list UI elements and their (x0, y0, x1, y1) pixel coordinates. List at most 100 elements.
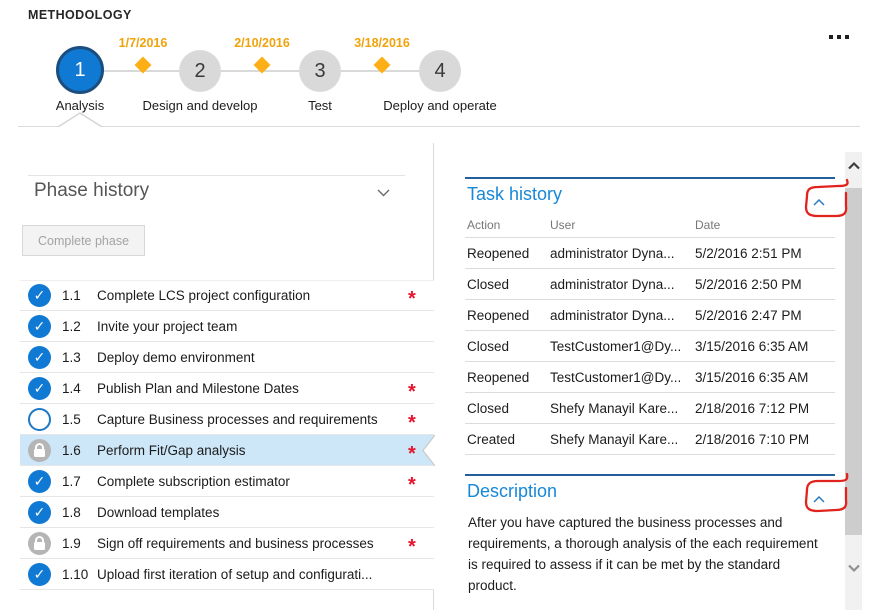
scroll-up-button[interactable] (845, 157, 862, 173)
task-history-collapse-button[interactable] (811, 192, 827, 211)
task-number: 1.2 (62, 319, 95, 334)
header-divider (18, 126, 860, 127)
milestone-diamond-icon (135, 57, 152, 74)
task-status-icon: ✓ (28, 315, 51, 338)
history-action: Created (467, 432, 550, 447)
phase-label: Design and develop (130, 98, 270, 113)
description-body: After you have captured the business pro… (468, 512, 824, 596)
scroll-down-button[interactable] (845, 560, 862, 576)
history-user: Shefy Manayil Kare... (550, 401, 695, 416)
task-row[interactable]: ✓ 1.8 Download templates * (20, 497, 434, 528)
task-status-icon: ✓ (28, 346, 51, 369)
task-history-rows: Reopened administrator Dyna... 5/2/2016 … (465, 237, 835, 455)
task-title: Invite your project team (97, 319, 408, 334)
history-action: Closed (467, 339, 550, 354)
complete-phase-button[interactable]: Complete phase (22, 225, 145, 256)
milestone-date: 3/18/2016 (337, 36, 427, 50)
scroll-up-arrow-icon (848, 161, 860, 170)
history-action: Reopened (467, 246, 550, 261)
task-number: 1.1 (62, 288, 95, 303)
task-title: Complete LCS project configuration (97, 288, 408, 303)
history-action: Closed (467, 401, 550, 416)
task-number: 1.10 (62, 567, 95, 582)
history-date: 5/2/2016 2:51 PM (695, 246, 835, 261)
selected-task-pointer-notch (420, 435, 435, 466)
check-icon: ✓ (28, 378, 51, 399)
phase-label: Test (250, 98, 390, 113)
task-row[interactable]: ✓ 1.9 Sign off requirements and business… (20, 528, 434, 559)
task-status-icon: ✓ (28, 377, 51, 400)
history-date: 5/2/2016 2:47 PM (695, 308, 835, 323)
task-number: 1.3 (62, 350, 95, 365)
history-action: Reopened (467, 308, 550, 323)
phase-label: Deploy and operate (370, 98, 510, 113)
history-date: 3/15/2016 6:35 AM (695, 370, 835, 385)
check-icon: ✓ (28, 502, 51, 523)
vertical-scrollbar[interactable] (845, 152, 862, 610)
chevron-up-icon (813, 496, 825, 503)
task-title: Sign off requirements and business proce… (97, 536, 408, 551)
task-history-row: Reopened administrator Dyna... 5/2/2016 … (465, 237, 835, 268)
column-header-user: User (550, 218, 695, 232)
milestone-diamond-icon (254, 57, 271, 74)
history-user: Shefy Manayil Kare... (550, 432, 695, 447)
task-title: Complete subscription estimator (97, 474, 408, 489)
active-phase-pointer-notch (58, 112, 102, 127)
phase-history-top-rule (28, 175, 405, 176)
task-status-icon: ✓ (28, 408, 51, 431)
milestone-diamond-icon (374, 57, 391, 74)
milestone-1: 1/7/2016 (98, 36, 188, 71)
task-list: ✓ 1.1 Complete LCS project configuration… (20, 280, 434, 590)
scrollbar-thumb[interactable] (845, 188, 862, 535)
task-title: Download templates (97, 505, 408, 520)
history-date: 2/18/2016 7:10 PM (695, 432, 835, 447)
task-row[interactable]: ✓ 1.4 Publish Plan and Milestone Dates * (20, 373, 434, 404)
task-history-row: Closed TestCustomer1@Dy... 3/15/2016 6:3… (465, 330, 835, 361)
page-title: METHODOLOGY (28, 8, 132, 22)
check-icon: ✓ (28, 564, 51, 585)
task-row[interactable]: ✓ 1.3 Deploy demo environment * (20, 342, 434, 373)
task-row[interactable]: ✓ 1.10 Upload first iteration of setup a… (20, 559, 434, 590)
phase-circle: 1 (56, 46, 104, 94)
task-history-section: Task history Action User Date Reopened a… (465, 177, 835, 455)
task-number: 1.6 (62, 443, 95, 458)
task-row[interactable]: ✓ 1.1 Complete LCS project configuration… (20, 280, 434, 311)
task-status-icon: ✓ (28, 439, 51, 462)
phase-history-header[interactable]: Phase history (34, 180, 404, 208)
task-history-row: Closed administrator Dyna... 5/2/2016 2:… (465, 268, 835, 299)
description-section: Description After you have captured the … (465, 474, 835, 596)
task-status-icon: ✓ (28, 284, 51, 307)
task-row[interactable]: ✓ 1.7 Complete subscription estimator * (20, 466, 434, 497)
description-collapse-button[interactable] (811, 489, 827, 508)
phase-history-title: Phase history (34, 180, 149, 201)
task-number: 1.8 (62, 505, 95, 520)
task-title: Perform Fit/Gap analysis (97, 443, 408, 458)
task-number: 1.5 (62, 412, 95, 427)
task-row[interactable]: ✓ 1.2 Invite your project team * (20, 311, 434, 342)
task-number: 1.9 (62, 536, 95, 551)
history-action: Closed (467, 277, 550, 292)
task-status-icon: ✓ (28, 470, 51, 493)
history-user: administrator Dyna... (550, 246, 695, 261)
column-header-date: Date (695, 218, 835, 232)
ellipsis-icon (829, 35, 833, 39)
task-history-row: Created Shefy Manayil Kare... 2/18/2016 … (465, 423, 835, 454)
task-history-column-headers: Action User Date (465, 213, 835, 237)
task-status-icon: ✓ (28, 532, 51, 555)
history-action: Reopened (467, 370, 550, 385)
check-icon: ✓ (28, 347, 51, 368)
task-detail-panel: Task history Action User Date Reopened a… (465, 177, 835, 596)
required-asterisk-icon: * (408, 288, 434, 311)
history-user: TestCustomer1@Dy... (550, 370, 695, 385)
history-user: TestCustomer1@Dy... (550, 339, 695, 354)
task-history-row: Closed Shefy Manayil Kare... 2/18/2016 7… (465, 392, 835, 423)
task-number: 1.7 (62, 474, 95, 489)
task-row[interactable]: ✓ 1.5 Capture Business processes and req… (20, 404, 434, 435)
column-header-action: Action (467, 218, 550, 232)
task-history-title: Task history (467, 184, 835, 205)
check-icon: ✓ (28, 285, 51, 306)
task-row[interactable]: ✓ 1.6 Perform Fit/Gap analysis * (20, 435, 434, 466)
more-options-button[interactable] (822, 28, 856, 46)
check-icon: ✓ (28, 471, 51, 492)
phase-stepper: 1 Analysis 2 Design and develop 3 Test 4… (0, 36, 600, 122)
